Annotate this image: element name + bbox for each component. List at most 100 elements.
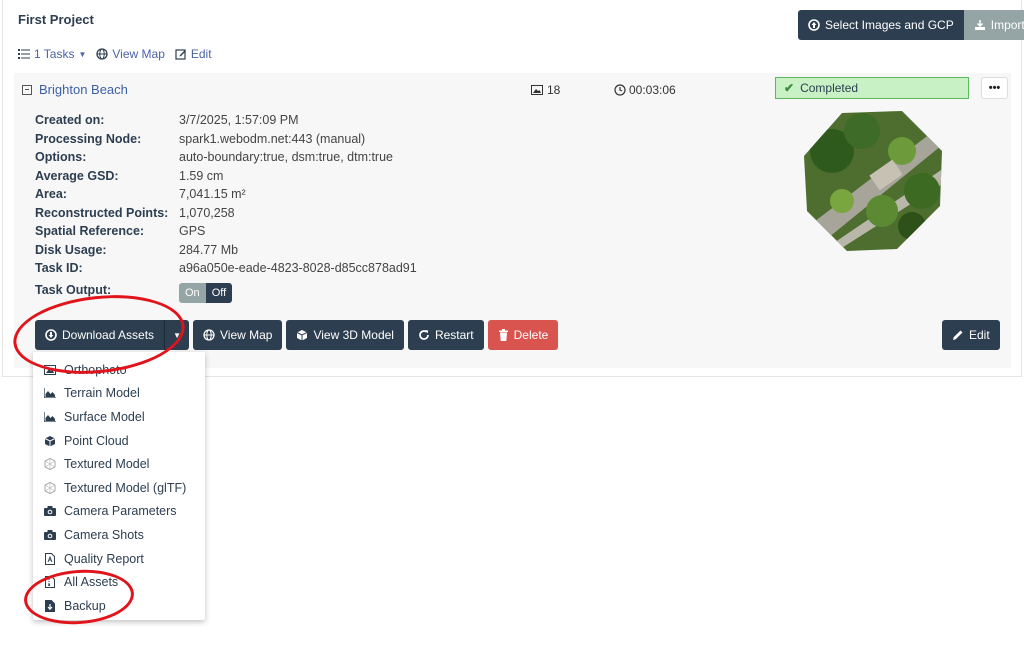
detail-label: Task ID: [35, 261, 83, 276]
select-images-button[interactable]: Select Images and GCP [798, 10, 964, 40]
detail-label: Average GSD: [35, 168, 119, 183]
edit-icon [175, 49, 186, 60]
clock-icon [614, 84, 626, 96]
restart-icon [419, 330, 429, 340]
detail-value: 3/7/2025, 1:57:09 PM [179, 113, 299, 128]
textured-model-icon [43, 458, 56, 471]
camera-icon [43, 505, 56, 518]
globe-icon [96, 48, 109, 60]
view-map-button[interactable]: View Map [192, 320, 283, 350]
camera-icon [43, 528, 56, 541]
detail-label: Disk Usage: [35, 242, 107, 257]
detail-row: Reconstructed Points: 1,070,258 [35, 204, 417, 223]
area-chart-icon [43, 410, 56, 423]
select-images-label: Select Images and GCP [825, 18, 954, 32]
detail-value: 284.77 Mb [179, 242, 239, 257]
project-view-map-link[interactable]: View Map [96, 47, 165, 61]
orthophoto-thumbnail[interactable] [802, 111, 947, 251]
textured-model-icon [43, 481, 56, 494]
trash-icon [498, 329, 508, 341]
pencil-icon [953, 330, 963, 340]
project-title: First Project [18, 12, 94, 27]
menu-item-terrain-model[interactable]: Terrain Model [33, 382, 205, 406]
view-map-link-label: View Map [112, 47, 165, 61]
list-icon [18, 49, 30, 59]
task-output-toggle[interactable]: On Off [179, 282, 233, 303]
detail-value: 1,070,258 [179, 205, 235, 220]
upload-circle-icon [808, 19, 820, 31]
task-menu-button[interactable]: ••• [981, 77, 1008, 99]
menu-item-label: Textured Model (glTF) [64, 480, 187, 495]
detail-row: Task ID: a96a050e-eade-4823-8028-d85cc878… [35, 259, 417, 278]
edit-link-label: Edit [190, 47, 212, 61]
detail-label: Spatial Reference: [35, 224, 145, 239]
caret-down-icon: ▼ [78, 49, 87, 59]
ellipsis-icon: ••• [988, 82, 1001, 94]
tasks-link-label: 1 Tasks [34, 47, 75, 61]
task-details: Created on: 3/7/2025, 1:57:09 PM Processi… [35, 111, 417, 303]
detail-value: 7,041.15 m² [179, 187, 246, 202]
detail-row: Options: auto-boundary:true, dsm:true, dt… [35, 148, 417, 167]
status-badge: ✔ Completed [775, 77, 969, 99]
delete-label: Delete [513, 328, 549, 342]
cube-icon [297, 330, 308, 341]
detail-value: 1.59 cm [179, 168, 224, 183]
area-chart-icon [43, 387, 56, 400]
import-icon [974, 20, 985, 30]
detail-row: Average GSD: 1.59 cm [35, 167, 417, 186]
menu-item-label: Camera Parameters [64, 504, 177, 519]
task-duration: 00:03:06 [614, 83, 676, 97]
detail-row: Area: 7,041.15 m² [35, 185, 417, 204]
menu-item-label: Point Cloud [64, 433, 129, 448]
project-top-buttons: Select Images and GCP Import [798, 10, 1024, 40]
collapse-icon[interactable] [22, 84, 32, 95]
menu-item-textured-model-gltf[interactable]: Textured Model (glTF) [33, 476, 205, 500]
menu-item-label: Quality Report [64, 551, 144, 566]
detail-value: a96a050e-eade-4823-8028-d85cc878ad91 [179, 261, 417, 276]
menu-item-textured-model[interactable]: Textured Model [33, 452, 205, 476]
detail-label: Created on: [35, 113, 105, 128]
menu-item-label: Terrain Model [64, 386, 140, 401]
restart-label: Restart [434, 328, 474, 342]
tasks-dropdown-link[interactable]: 1 Tasks ▼ [18, 47, 86, 61]
detail-value: spark1.webodm.net:443 (manual) [179, 131, 366, 146]
duration-value: 00:03:06 [629, 83, 676, 97]
project-edit-link[interactable]: Edit [175, 47, 212, 61]
menu-item-label: Camera Shots [64, 527, 144, 542]
task-edit-label: Edit [969, 328, 990, 342]
restart-button[interactable]: Restart [407, 320, 484, 350]
menu-item-camera-parameters[interactable]: Camera Parameters [33, 500, 205, 524]
image-count-value: 18 [547, 83, 561, 97]
project-links: 1 Tasks ▼ View Map Edit [18, 47, 212, 61]
detail-label: Options: [35, 150, 87, 165]
menu-item-label: Surface Model [64, 409, 145, 424]
menu-item-camera-shots[interactable]: Camera Shots [33, 523, 205, 547]
check-icon: ✔ [784, 81, 795, 95]
toggle-off[interactable]: Off [205, 282, 233, 303]
menu-item-surface-model[interactable]: Surface Model [33, 405, 205, 429]
import-button[interactable]: Import [963, 10, 1024, 40]
pdf-file-icon [43, 552, 56, 565]
detail-value: auto-boundary:true, dsm:true, dtm:true [179, 150, 393, 165]
detail-value: GPS [179, 224, 206, 239]
status-label: Completed [800, 81, 859, 95]
detail-label: Processing Node: [35, 131, 142, 146]
task-edit-button[interactable]: Edit [942, 320, 1000, 350]
detail-row: Disk Usage: 284.77 Mb [35, 241, 417, 260]
cube-icon [43, 434, 56, 447]
view-map-label: View Map [219, 328, 273, 342]
delete-button[interactable]: Delete [487, 320, 559, 350]
import-label: Import [990, 18, 1024, 32]
detail-row: Processing Node: spark1.webodm.net:443 (m… [35, 130, 417, 149]
detail-row: Created on: 3/7/2025, 1:57:09 PM [35, 111, 417, 130]
image-icon [531, 85, 543, 95]
image-count: 18 [531, 83, 560, 97]
view-3d-model-button[interactable]: View 3D Model [286, 320, 404, 350]
menu-item-quality-report[interactable]: Quality Report [33, 547, 205, 571]
task-title[interactable]: Brighton Beach [22, 82, 128, 97]
toggle-on[interactable]: On [179, 282, 206, 303]
detail-row: Spatial Reference: GPS [35, 222, 417, 241]
menu-item-point-cloud[interactable]: Point Cloud [33, 429, 205, 453]
detail-label: Area: [35, 187, 67, 202]
task-name-label: Brighton Beach [39, 82, 128, 97]
